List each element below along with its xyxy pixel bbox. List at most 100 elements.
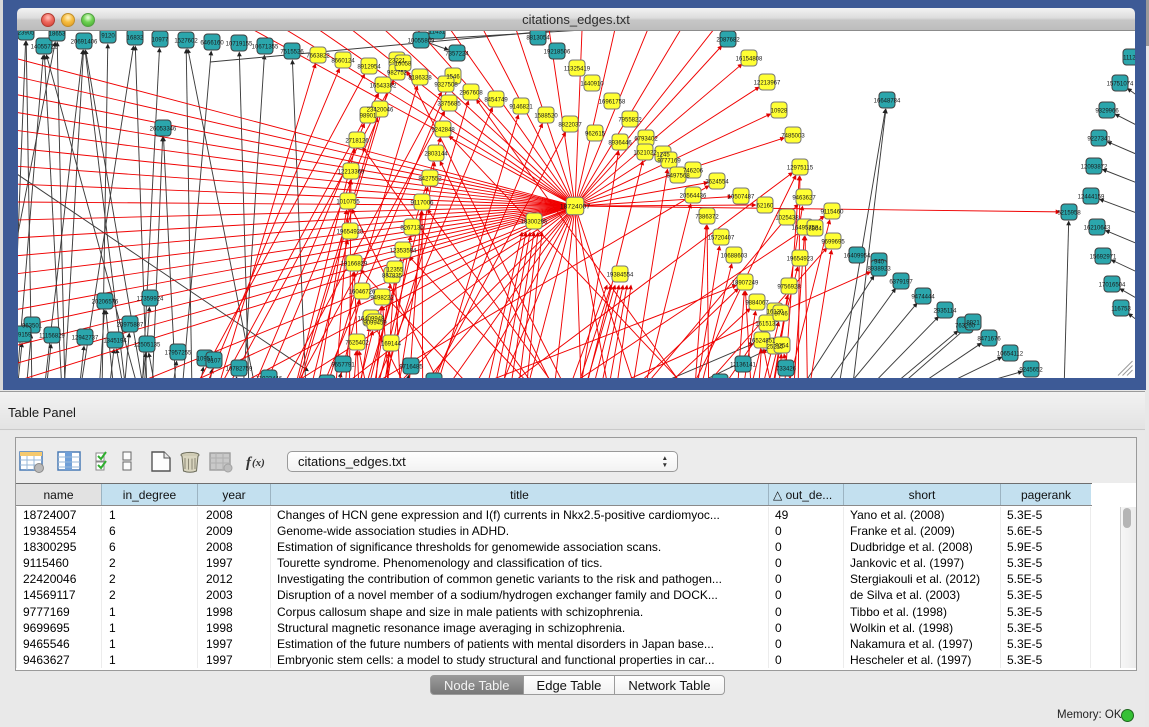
svg-text:9245652: 9245652 bbox=[1019, 368, 1043, 374]
svg-text:8813054: 8813054 bbox=[526, 36, 550, 42]
svg-text:62160: 62160 bbox=[757, 204, 774, 210]
svg-text:16154808: 16154808 bbox=[736, 57, 763, 63]
svg-text:16832: 16832 bbox=[127, 36, 144, 42]
svg-text:10671355: 10671355 bbox=[252, 45, 279, 51]
svg-text:9716485: 9716485 bbox=[399, 365, 423, 371]
svg-text:10055809: 10055809 bbox=[408, 39, 435, 45]
svg-text:17957255: 17957255 bbox=[165, 351, 192, 357]
svg-text:9099459: 9099459 bbox=[363, 321, 387, 327]
svg-text:8921: 8921 bbox=[966, 321, 980, 327]
svg-text:11923446: 11923446 bbox=[256, 377, 283, 379]
svg-text:1588520: 1588520 bbox=[534, 114, 558, 120]
svg-text:10928: 10928 bbox=[771, 109, 788, 115]
svg-text:18653: 18653 bbox=[49, 32, 66, 38]
svg-text:20564436: 20564436 bbox=[680, 194, 707, 200]
svg-text:3375685: 3375685 bbox=[437, 102, 461, 108]
svg-text:8186328: 8186328 bbox=[408, 76, 432, 82]
svg-text:9242848: 9242848 bbox=[431, 128, 455, 134]
svg-text:9699695: 9699695 bbox=[821, 240, 845, 246]
svg-text:733426: 733426 bbox=[776, 367, 797, 373]
svg-text:10782759: 10782759 bbox=[226, 367, 253, 373]
svg-text:16543382: 16543382 bbox=[370, 84, 397, 90]
svg-text:169144: 169144 bbox=[381, 342, 402, 348]
svg-text:9115460: 9115460 bbox=[821, 210, 845, 216]
svg-text:15720407: 15720407 bbox=[708, 236, 735, 242]
svg-text:2087682: 2087682 bbox=[716, 38, 740, 44]
svg-text:116753: 116753 bbox=[1111, 307, 1131, 313]
svg-text:10977: 10977 bbox=[152, 38, 169, 44]
svg-text:23975887: 23975887 bbox=[117, 323, 144, 329]
svg-text:12213967: 12213967 bbox=[754, 81, 781, 87]
svg-text:982752: 982752 bbox=[387, 71, 408, 77]
svg-text:12353594: 12353594 bbox=[390, 249, 417, 255]
svg-text:12942737: 12942737 bbox=[72, 336, 99, 342]
svg-text:9498222: 9498222 bbox=[370, 296, 394, 302]
svg-text:19166829: 19166829 bbox=[341, 262, 368, 268]
svg-text:2803144: 2803144 bbox=[424, 152, 448, 158]
svg-text:2718126: 2718126 bbox=[345, 139, 369, 145]
svg-text:9327508: 9327508 bbox=[434, 83, 458, 89]
svg-text:16961758: 16961758 bbox=[599, 100, 626, 106]
svg-text:5215958: 5215958 bbox=[1057, 211, 1081, 217]
svg-text:18724007: 18724007 bbox=[560, 204, 590, 211]
svg-text:23905: 23905 bbox=[18, 31, 35, 37]
svg-text:2967608: 2967608 bbox=[459, 91, 483, 97]
svg-text:7357224: 7357224 bbox=[445, 52, 469, 58]
svg-text:1621022: 1621022 bbox=[633, 151, 657, 157]
svg-text:12213369: 12213369 bbox=[338, 170, 365, 176]
svg-text:7386372: 7386372 bbox=[695, 215, 719, 221]
svg-text:19218506: 19218506 bbox=[544, 50, 571, 56]
svg-text:7663822: 7663822 bbox=[306, 54, 330, 60]
svg-text:16409954: 16409954 bbox=[844, 254, 871, 260]
svg-text:12505135: 12505135 bbox=[134, 343, 161, 349]
svg-text:18907249: 18907249 bbox=[732, 281, 759, 287]
svg-text:8471676: 8471676 bbox=[977, 337, 1001, 343]
svg-text:12975115: 12975115 bbox=[787, 166, 814, 172]
svg-text:962615: 962615 bbox=[585, 132, 606, 138]
svg-text:1546: 1546 bbox=[446, 75, 460, 81]
svg-text:9657791: 9657791 bbox=[331, 363, 355, 369]
svg-text:39159: 39159 bbox=[18, 333, 32, 339]
svg-text:8936446: 8936446 bbox=[608, 141, 632, 147]
svg-text:19654923: 19654923 bbox=[787, 257, 814, 263]
svg-text:9117006: 9117006 bbox=[411, 201, 435, 207]
svg-text:963501: 963501 bbox=[22, 324, 43, 330]
svg-text:9146821: 9146821 bbox=[509, 105, 533, 111]
svg-text:6379197: 6379197 bbox=[889, 280, 913, 286]
svg-text:11325419: 11325419 bbox=[564, 67, 591, 73]
svg-text:1440910: 1440910 bbox=[580, 82, 604, 88]
svg-text:9329966: 9329966 bbox=[1095, 109, 1119, 115]
svg-text:9884067: 9884067 bbox=[745, 301, 769, 307]
svg-text:20691406: 20691406 bbox=[71, 40, 98, 46]
svg-text:17359924: 17359924 bbox=[137, 297, 164, 303]
svg-text:15692971: 15692971 bbox=[1090, 255, 1117, 261]
svg-text:1010755: 1010755 bbox=[336, 200, 360, 206]
svg-text:11156829: 11156829 bbox=[39, 334, 65, 340]
svg-text:1025438: 1025438 bbox=[775, 216, 799, 222]
svg-text:10719155: 10719155 bbox=[226, 42, 253, 48]
svg-text:9777169: 9777169 bbox=[657, 159, 681, 165]
svg-text:10654112: 10654112 bbox=[997, 352, 1024, 358]
svg-text:12444159: 12444159 bbox=[1078, 195, 1105, 201]
svg-text:18300295: 18300295 bbox=[521, 220, 548, 226]
svg-text:7955822: 7955822 bbox=[618, 118, 642, 124]
svg-text:10688603: 10688603 bbox=[721, 254, 748, 260]
svg-text:8804: 8804 bbox=[808, 227, 822, 233]
svg-text:16648784: 16648784 bbox=[874, 99, 901, 105]
svg-text:26053346: 26053346 bbox=[150, 127, 177, 133]
svg-text:14055721: 14055721 bbox=[31, 45, 58, 51]
svg-text:11136141: 11136141 bbox=[730, 363, 756, 369]
svg-text:8822037: 8822037 bbox=[558, 123, 582, 129]
svg-text:940: 940 bbox=[874, 260, 885, 266]
svg-text:8107: 8107 bbox=[207, 359, 221, 365]
svg-text:8454749: 8454749 bbox=[484, 98, 508, 104]
svg-text:9474444: 9474444 bbox=[911, 295, 935, 301]
svg-text:6793402: 6793402 bbox=[634, 137, 658, 143]
svg-text:17016504: 17016504 bbox=[1099, 283, 1126, 289]
svg-text:19384554: 19384554 bbox=[607, 273, 634, 279]
svg-text:16058: 16058 bbox=[395, 62, 412, 68]
svg-text:7515526: 7515526 bbox=[280, 50, 304, 56]
svg-text:8267130: 8267130 bbox=[400, 226, 424, 232]
svg-text:12093872: 12093872 bbox=[1081, 165, 1108, 171]
svg-text:15751074: 15751074 bbox=[1107, 82, 1134, 88]
